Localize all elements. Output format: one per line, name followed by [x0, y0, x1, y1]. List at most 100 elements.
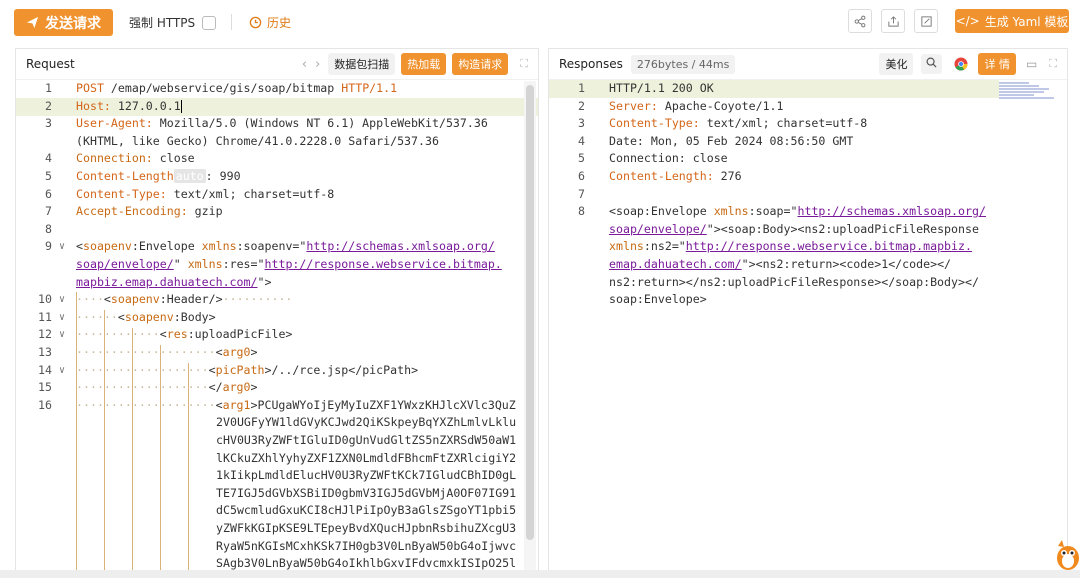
- request-title: Request: [26, 57, 75, 71]
- response-title: Responses: [559, 57, 623, 71]
- text-cursor: [180, 99, 182, 113]
- send-request-button[interactable]: 发送请求: [14, 9, 113, 36]
- xml-tag: arg1: [222, 397, 251, 412]
- xml-text: :Header/>: [159, 292, 223, 307]
- history-button[interactable]: 历史: [249, 14, 291, 31]
- header-value: text/xml; charset=utf-8: [166, 186, 335, 201]
- header-key: Content-Length:: [609, 169, 714, 183]
- pretty-button[interactable]: 美化: [879, 53, 914, 75]
- fold-chevron-icon[interactable]: ∨: [59, 326, 65, 344]
- request-scrollbar[interactable]: [524, 81, 536, 577]
- header-value: : 990: [205, 169, 241, 183]
- request-pane: Request ‹ › 数据包扫描 热加载 构造请求 ⛶ 1 POST /ema…: [15, 48, 539, 578]
- xml-text: :soapenv=": [236, 239, 307, 254]
- expand-icon[interactable]: ⛶: [520, 57, 528, 71]
- xml-attr: xmlns: [609, 239, 644, 254]
- code-line: Connection: close: [76, 150, 195, 168]
- code-line: Content-Length auto: 990: [76, 168, 241, 186]
- code-line: Date: Mon, 05 Feb 2024 08:56:50 GMT: [609, 133, 854, 148]
- code-line: ······<soapenv:Body>: [76, 309, 216, 324]
- base64-line: 2V0UGFyYW1ldGVyKCJwd2QiKSkpeyBqYXZhLmlvL…: [216, 415, 517, 430]
- export-button[interactable]: [881, 9, 905, 33]
- force-https-label: 强制 HTTPS: [129, 16, 196, 30]
- chevron-left-icon[interactable]: ‹: [302, 57, 307, 72]
- line-number: 1: [578, 81, 585, 95]
- hot-reload-button[interactable]: 热加载: [401, 53, 447, 75]
- base64-line: yZWFkKGIpKSE9LTEpeyBvdXQucHJpbnRsbihuZXc…: [216, 521, 517, 535]
- xml-text: ">: [257, 274, 272, 289]
- header-key: User-Agent:: [76, 116, 153, 131]
- generate-yaml-button[interactable]: </> 生成 Yaml 模板: [955, 9, 1069, 33]
- build-request-button[interactable]: 构造请求: [452, 53, 509, 75]
- xml-url[interactable]: soap/envelope/: [609, 222, 707, 236]
- xml-tag: res: [166, 327, 188, 342]
- line-number: 9: [45, 239, 52, 254]
- xml-bracket: <: [117, 309, 125, 324]
- xml-tag: soapenv: [110, 292, 160, 307]
- expand-icon[interactable]: ⛶: [1049, 57, 1057, 71]
- xml-bracket: <: [76, 239, 83, 254]
- line-number: 5: [45, 169, 52, 183]
- fold-chevron-icon[interactable]: ∨: [59, 238, 65, 256]
- code-line: Host: 127.0.0.1: [76, 98, 182, 116]
- xml-url[interactable]: soap/envelope/: [76, 257, 174, 271]
- http-method: POST: [76, 81, 104, 95]
- header-key: Connection:: [76, 151, 153, 166]
- xml-url[interactable]: mapbiz.emap.dahuatech.com/: [76, 275, 257, 289]
- packet-scan-button[interactable]: 数据包扫描: [328, 53, 396, 75]
- code-line: <soapenv:Envelope xmlns:soapenv="http://…: [76, 238, 495, 256]
- force-https-toggle[interactable]: 强制 HTTPS: [129, 14, 217, 31]
- code-line-wrap: soap:Envelope>: [609, 292, 707, 307]
- response-pane: Responses 276bytes / 44ms 美化 详 情 ▭ ⛶ 1 H…: [548, 48, 1068, 578]
- xml-text: :res=": [222, 257, 265, 271]
- base64-line: 1kIikpLmdldElucHV0U3RyZWFtKCk7IGludCBhID…: [216, 468, 517, 483]
- xml-url[interactable]: emap.dahuatech.com/: [609, 257, 742, 271]
- xml-text: >: [250, 380, 258, 395]
- export-icon: [887, 15, 899, 27]
- header-value: close: [152, 151, 195, 166]
- comment-icon[interactable]: ▭: [1026, 57, 1037, 71]
- request-scrollbar-thumb[interactable]: [526, 85, 534, 540]
- chrome-icon[interactable]: [954, 57, 968, 71]
- xml-url[interactable]: http://schemas.xmlsoap.org/: [306, 239, 494, 253]
- line-number: 5: [578, 151, 585, 166]
- xml-bracket: <: [215, 397, 223, 412]
- fold-chevron-icon[interactable]: ∨: [59, 309, 65, 327]
- share-button[interactable]: [848, 9, 872, 33]
- code-line: ····················<arg0>: [76, 345, 258, 359]
- code-line: ············<res:uploadPicFile>: [76, 327, 293, 342]
- code-line-wrap: soap/envelope/"><soap:Body><ns2:uploadPi…: [609, 221, 979, 239]
- xml-attr: xmlns: [713, 204, 749, 219]
- auto-badge[interactable]: auto: [173, 169, 206, 183]
- line-number: 14: [38, 362, 52, 377]
- xml-text: :soap=": [748, 204, 798, 219]
- code-line: POST /emap/webservice/gis/soap/bitmap HT…: [76, 80, 397, 98]
- send-icon: [26, 16, 39, 29]
- fold-chevron-icon[interactable]: ∨: [59, 362, 65, 380]
- code-line: HTTP/1.1 200 OK: [609, 81, 714, 95]
- line-number: 4: [45, 151, 52, 166]
- line-number: 6: [45, 186, 52, 201]
- xml-url[interactable]: http://response.webservice.bitmap.: [265, 257, 502, 271]
- generate-yaml-label: 生成 Yaml 模板: [984, 14, 1069, 29]
- line-number: 2: [45, 98, 52, 113]
- search-button[interactable]: [921, 54, 943, 74]
- code-line: ···················</arg0>: [76, 380, 258, 395]
- header-key: Host:: [76, 98, 111, 113]
- response-minimap[interactable]: [999, 81, 1059, 111]
- http-version: HTTP/1.1: [341, 81, 398, 95]
- base64-line: cHV0U3RyZWFtIGluID0gUnVudGltZS5nZXRSdW50…: [216, 433, 517, 447]
- code-line-wrap: xmlns:ns2="http://response.webservice.bi…: [609, 238, 972, 256]
- force-https-checkbox[interactable]: [202, 15, 217, 30]
- edit-button[interactable]: [914, 9, 938, 33]
- header-key: Content-Type:: [609, 116, 700, 131]
- detail-button[interactable]: 详 情: [978, 53, 1016, 75]
- line-number: 7: [578, 186, 585, 201]
- fold-chevron-icon[interactable]: ∨: [59, 291, 65, 309]
- xml-attr: xmlns: [201, 239, 237, 254]
- xml-url[interactable]: http://response.webservice.bitmap.mapbiz…: [686, 239, 972, 253]
- line-number: 4: [578, 133, 585, 148]
- xml-bracket: <: [215, 345, 223, 359]
- xml-url[interactable]: http://schemas.xmlsoap.org/: [797, 204, 985, 218]
- chevron-right-icon[interactable]: ›: [315, 57, 320, 72]
